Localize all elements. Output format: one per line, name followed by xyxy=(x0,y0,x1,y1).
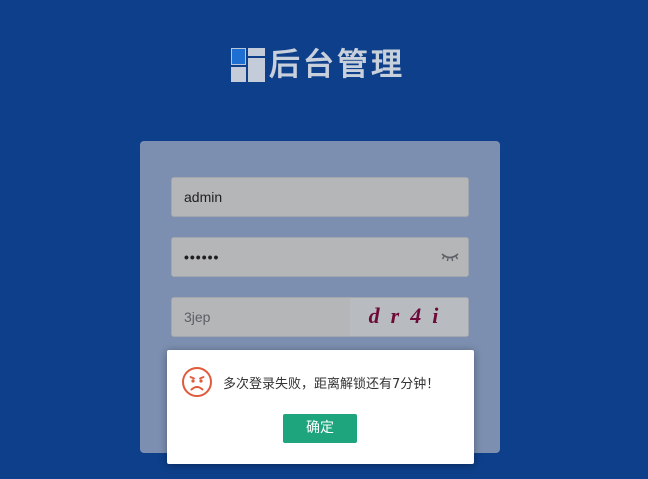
captcha-field[interactable]: 3jep dr4i xyxy=(171,297,469,337)
captcha-image[interactable]: dr4i xyxy=(350,298,468,336)
logo: 后台管理 xyxy=(231,47,405,83)
sad-face-icon xyxy=(182,367,212,397)
confirm-button[interactable]: 确定 xyxy=(283,414,357,443)
username-value: admin xyxy=(184,189,223,205)
alert-dialog: 多次登录失败，距离解锁还有7分钟！ 确定 xyxy=(167,350,474,464)
eye-closed-icon[interactable] xyxy=(440,250,460,264)
logo-mark-icon xyxy=(231,48,265,82)
username-field[interactable]: admin xyxy=(171,177,469,217)
captcha-input-value: 3jep xyxy=(184,309,211,325)
logo-text: 后台管理 xyxy=(269,47,405,83)
dialog-message: 多次登录失败，距离解锁还有7分钟！ xyxy=(223,377,440,392)
password-value: •••••• xyxy=(184,249,220,265)
password-field[interactable]: •••••• xyxy=(171,237,469,277)
